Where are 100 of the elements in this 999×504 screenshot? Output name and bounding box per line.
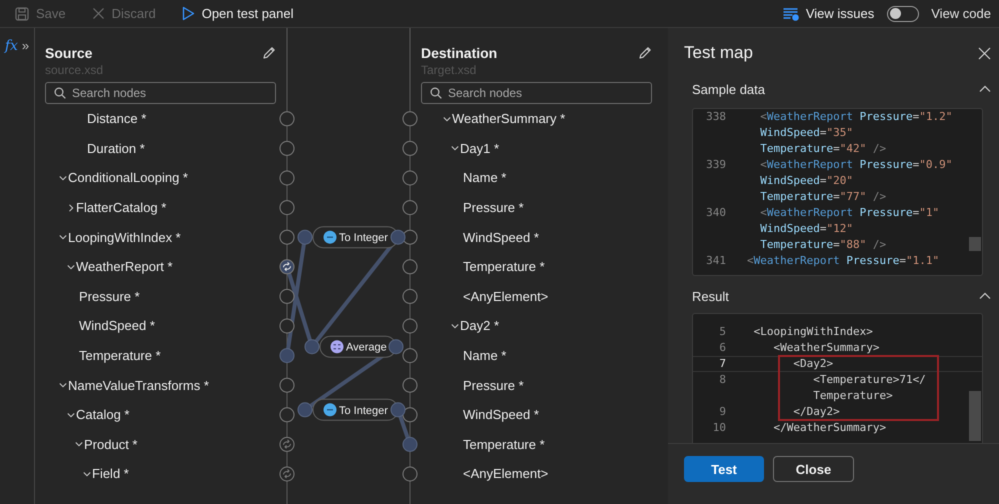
port-circle[interactable] bbox=[402, 111, 418, 126]
tree-node-label[interactable]: Temperature * bbox=[463, 259, 545, 274]
port-circle[interactable] bbox=[280, 378, 294, 393]
port-circle[interactable] bbox=[402, 466, 418, 482]
search-icon bbox=[54, 87, 66, 99]
close-button[interactable] bbox=[978, 46, 991, 60]
chevron-icon[interactable] bbox=[451, 322, 459, 330]
port-circle[interactable] bbox=[280, 140, 294, 156]
code-editor[interactable]: 5 <LoopingWithIndex> 6 <WeatherSummary> 7 <Day2> 8 <Temperature>71</ Temperature> 9 </Day2> 10 </WeatherSummary> bbox=[692, 313, 983, 443]
chevron-icon[interactable] bbox=[83, 470, 91, 478]
tree-node-label[interactable]: WindSpeed * bbox=[79, 318, 155, 334]
port-circle[interactable] bbox=[280, 348, 294, 364]
tree-node-label[interactable]: NameValueTransforms * bbox=[68, 378, 209, 393]
port-circle[interactable] bbox=[390, 230, 406, 245]
tree-node-label[interactable]: Temperature * bbox=[463, 436, 545, 452]
scrollbar-thumb[interactable] bbox=[969, 391, 981, 441]
chevron-icon[interactable] bbox=[59, 233, 67, 242]
code-editor[interactable] bbox=[692, 108, 983, 276]
port-circle[interactable] bbox=[390, 402, 406, 418]
tree-node-label[interactable]: Product * bbox=[84, 436, 138, 452]
tree-node-label[interactable]: Duration * bbox=[87, 140, 145, 156]
close-icon bbox=[92, 7, 105, 20]
port-circle[interactable] bbox=[402, 318, 418, 334]
port-circle[interactable] bbox=[280, 230, 294, 245]
tree-node-label[interactable]: Pressure * bbox=[79, 288, 140, 304]
tree-node-label[interactable]: WeatherReport * bbox=[76, 259, 173, 274]
view-issues-button[interactable]: View issues bbox=[780, 4, 878, 23]
function-node[interactable]: To Integer bbox=[312, 226, 398, 248]
expand-button[interactable]: » bbox=[22, 38, 30, 53]
tree-node-label[interactable]: Temperature * bbox=[79, 348, 161, 364]
chevron-icon[interactable] bbox=[75, 440, 83, 448]
tree-node-label[interactable]: Distance * bbox=[87, 111, 146, 126]
port-circle[interactable] bbox=[402, 436, 418, 452]
port-circle[interactable] bbox=[280, 318, 294, 334]
scrollbar-thumb[interactable] bbox=[969, 237, 981, 251]
search-field[interactable]: Search nodes bbox=[421, 82, 652, 104]
tree-node-label[interactable]: Catalog * bbox=[76, 407, 130, 422]
code-line: WindSpeed="35" bbox=[759, 125, 853, 141]
close-button[interactable]: Close bbox=[773, 456, 854, 482]
edit-icon[interactable] bbox=[262, 46, 276, 60]
line-number: 5 bbox=[718, 324, 726, 340]
tree-node-label[interactable]: ConditionalLooping * bbox=[68, 170, 188, 186]
port-circle[interactable] bbox=[402, 378, 418, 393]
tree-node-label[interactable]: WeatherSummary * bbox=[452, 111, 566, 126]
line-number: 10 bbox=[712, 420, 726, 436]
tree-node-label[interactable]: FlatterCatalog * bbox=[76, 200, 166, 216]
port-circle[interactable] bbox=[304, 339, 320, 354]
tree-node-label[interactable]: Name * bbox=[463, 170, 506, 186]
chevron-icon[interactable] bbox=[443, 114, 451, 123]
code-line: Temperature="42" /> bbox=[759, 141, 886, 157]
tree-node-label[interactable]: Day1 * bbox=[460, 140, 500, 156]
code-line: </Day2> bbox=[792, 404, 840, 420]
port-circle[interactable] bbox=[280, 407, 294, 422]
tree-node-label[interactable]: Name * bbox=[463, 348, 506, 364]
port-circle[interactable] bbox=[402, 407, 418, 422]
toggle-switch[interactable] bbox=[887, 6, 920, 22]
port-circle[interactable] bbox=[402, 200, 418, 216]
port-circle[interactable] bbox=[402, 288, 418, 304]
open-test-panel-button[interactable]: Open test panel bbox=[178, 4, 297, 23]
port-circle[interactable] bbox=[402, 230, 418, 245]
chevron-icon[interactable] bbox=[59, 174, 67, 182]
tree-node-label[interactable]: Day2 * bbox=[460, 318, 500, 334]
function-node[interactable]: To Integer bbox=[312, 398, 398, 421]
chevron-icon[interactable] bbox=[451, 144, 459, 152]
search-field[interactable]: Search nodes bbox=[45, 82, 276, 104]
function-node[interactable]: Average bbox=[320, 336, 396, 358]
tree-node-label[interactable]: LoopingWithIndex * bbox=[68, 230, 181, 245]
tree-node-label[interactable]: <AnyElement> bbox=[463, 288, 548, 304]
code-line: <WeatherReport Pressure="1" bbox=[759, 205, 940, 221]
port-circle[interactable] bbox=[298, 230, 312, 245]
chevron-icon[interactable] bbox=[67, 410, 75, 419]
edit-icon[interactable] bbox=[638, 46, 652, 60]
code-line: <LoopingWithIndex> bbox=[752, 324, 873, 340]
tree-node-label[interactable]: <AnyElement> bbox=[463, 466, 548, 482]
collapse-button[interactable] bbox=[979, 85, 991, 93]
panel-title: Test map bbox=[684, 43, 753, 63]
port-circle[interactable] bbox=[280, 288, 294, 304]
chevron-icon[interactable] bbox=[67, 204, 75, 212]
port-circle[interactable] bbox=[280, 200, 294, 216]
port-circle[interactable] bbox=[402, 348, 418, 364]
tree-node-label[interactable]: Pressure * bbox=[463, 378, 524, 393]
port-circle[interactable] bbox=[280, 111, 294, 126]
search-icon bbox=[430, 87, 442, 99]
loop-port-icon[interactable] bbox=[280, 259, 294, 274]
port-circle[interactable] bbox=[388, 339, 404, 354]
port-circle[interactable] bbox=[402, 259, 418, 274]
tree-node-label[interactable]: Pressure * bbox=[463, 200, 524, 216]
chevron-icon[interactable] bbox=[67, 262, 75, 271]
code-line: <WeatherReport Pressure="1.2" bbox=[759, 109, 952, 125]
tree-node-label[interactable]: WindSpeed * bbox=[463, 407, 539, 422]
port-circle[interactable] bbox=[298, 402, 312, 418]
port-circle[interactable] bbox=[280, 170, 294, 186]
chevron-icon[interactable] bbox=[59, 381, 67, 390]
tree-node-label[interactable]: Field * bbox=[92, 466, 129, 482]
collapse-button[interactable] bbox=[979, 292, 991, 300]
tree-node-label[interactable]: WindSpeed * bbox=[463, 230, 539, 245]
test-button[interactable]: Test bbox=[684, 456, 764, 482]
conversion-icon bbox=[324, 403, 336, 416]
port-circle[interactable] bbox=[402, 170, 418, 186]
port-circle[interactable] bbox=[402, 140, 418, 156]
